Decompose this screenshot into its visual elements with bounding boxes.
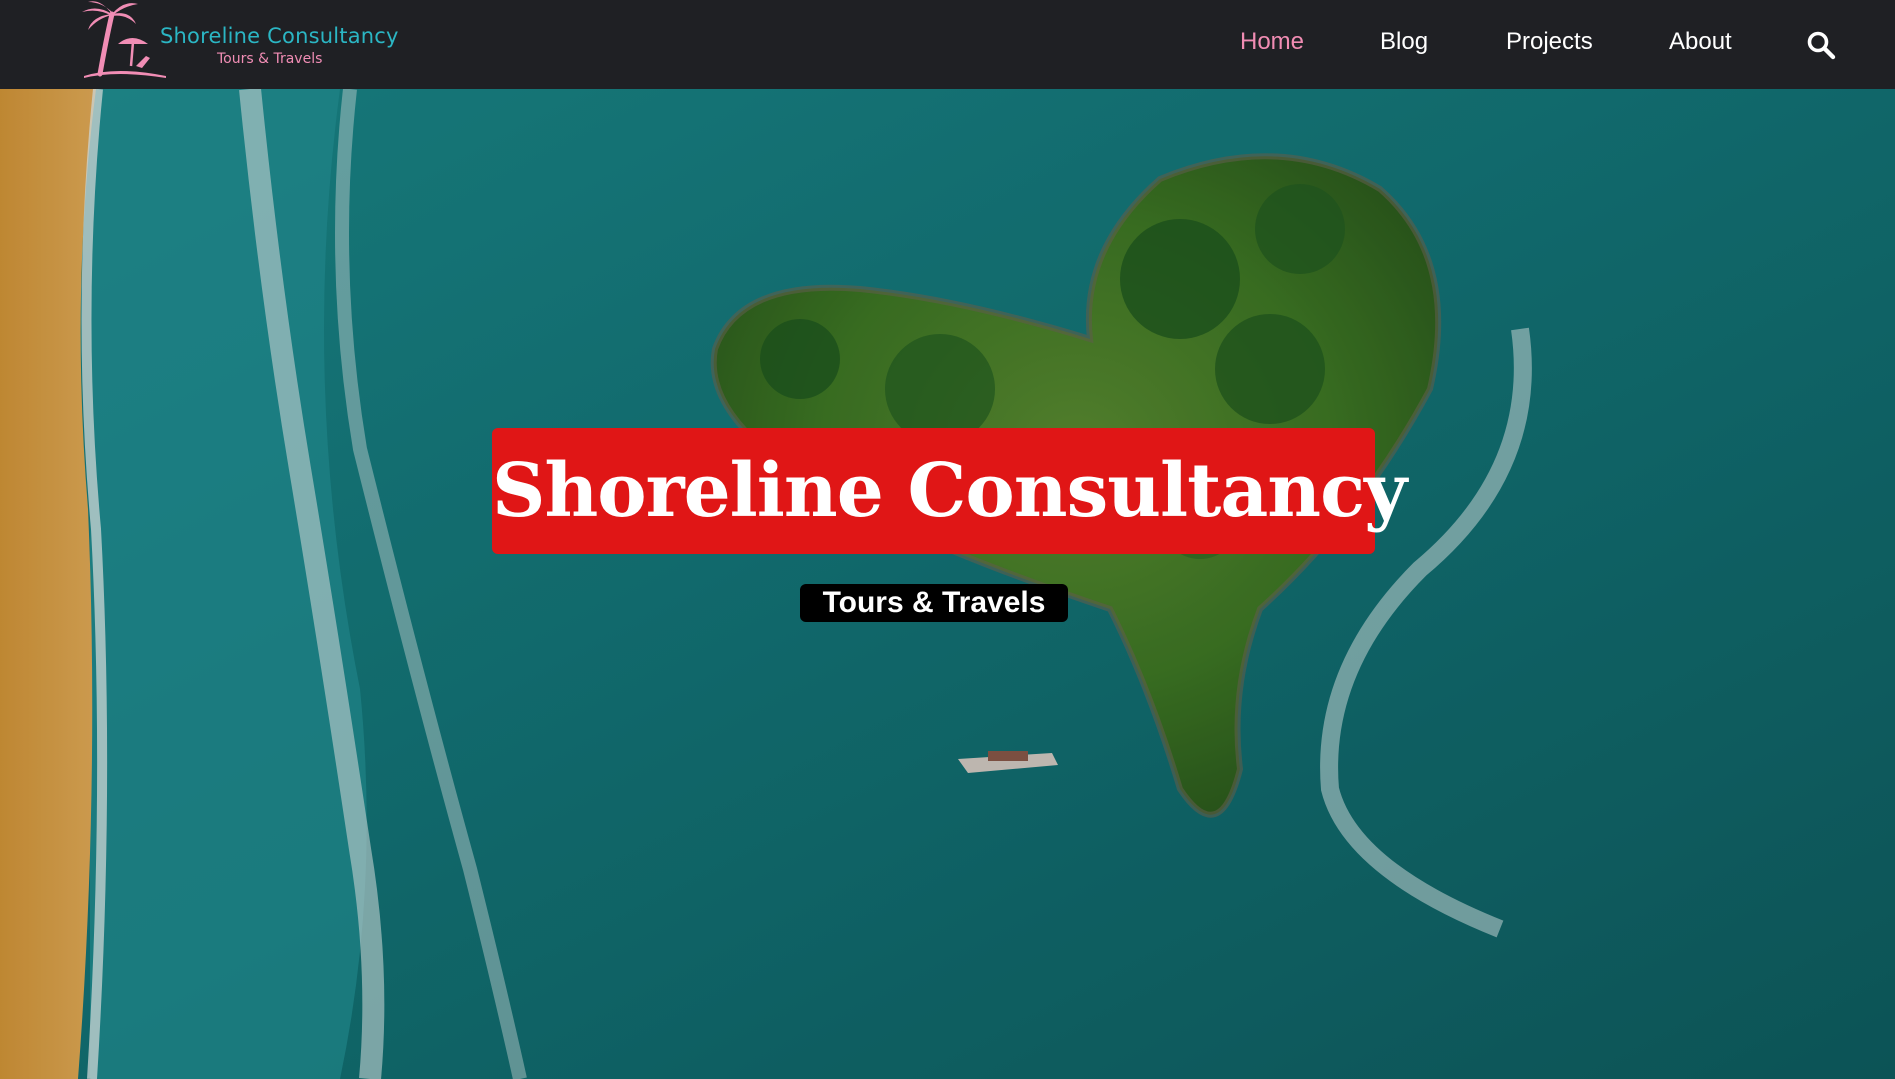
site-logo[interactable]: Shoreline Consultancy Tours & Travels [76,0,399,80]
logo-subtitle: Tours & Travels [217,51,323,67]
nav-about[interactable]: About [1669,28,1732,56]
search-button[interactable] [1806,30,1836,60]
hero-subtitle: Tours & Travels [800,584,1068,622]
search-icon [1807,31,1836,60]
palm-tree-beach-icon [82,1,166,78]
site-header: Shoreline Consultancy Tours & Travels Ho… [0,0,1895,89]
nav-home[interactable]: Home [1240,28,1304,56]
hero-title: Shoreline Consultancy [492,428,1407,554]
nav-blog[interactable]: Blog [1380,28,1428,56]
nav-projects[interactable]: Projects [1506,28,1593,56]
logo-title: Shoreline Consultancy [160,24,399,48]
hero-section: Shoreline Consultancy Tours & Travels [0,89,1895,1079]
